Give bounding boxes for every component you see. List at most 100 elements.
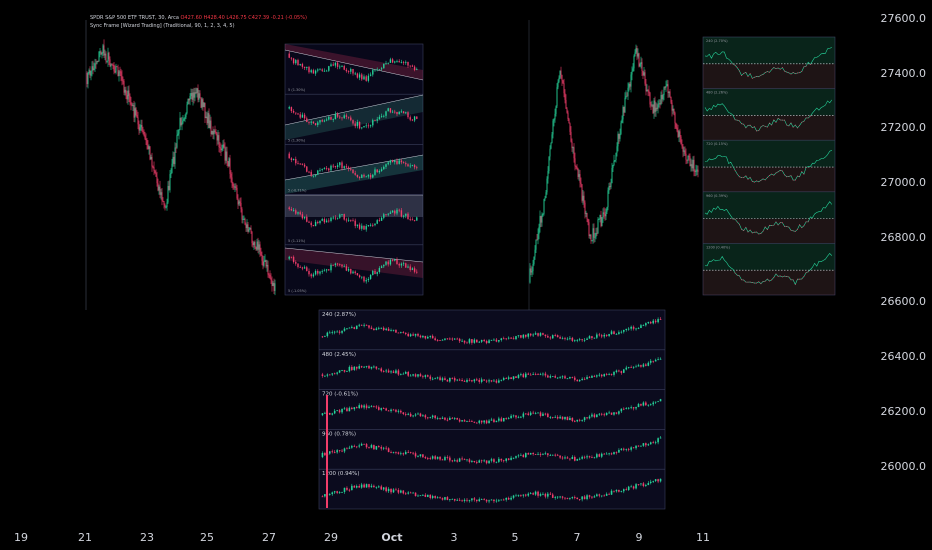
candle-body (525, 494, 527, 496)
candle-body (154, 170, 156, 174)
candle-body (341, 162, 343, 169)
oscillator-below-point (736, 119, 738, 121)
oscillator-below-point (777, 67, 779, 69)
candle-body (502, 338, 505, 340)
candle-body (341, 450, 343, 452)
candle-body (167, 185, 169, 203)
candle-body (334, 217, 337, 219)
oscillator-below-point (747, 76, 749, 77)
candle-body (471, 421, 473, 422)
oscillator-below-point (773, 224, 775, 226)
candle-body (310, 222, 312, 226)
candle-body (352, 169, 354, 174)
oscillator-below-point (762, 178, 764, 180)
candle-body (498, 340, 500, 342)
candle-body (118, 71, 120, 76)
candle-body (141, 125, 143, 131)
candle-body (356, 122, 359, 127)
price-tick: 27000.0 (880, 176, 927, 189)
candle-body (520, 495, 522, 497)
candle-body (625, 95, 627, 98)
candle-body (672, 108, 674, 111)
candle-body (551, 417, 554, 418)
candle-body (361, 127, 363, 129)
candle-body (336, 113, 339, 117)
candle-body (301, 64, 304, 67)
candle-body (642, 325, 645, 327)
candle-body (333, 410, 336, 414)
candle-body (547, 375, 549, 378)
oscillator-below-point (734, 218, 736, 220)
candle-body (380, 408, 383, 410)
candle-body (254, 241, 256, 248)
candle-body (658, 103, 660, 105)
oscillator-below-point (803, 276, 805, 277)
candle-body (249, 228, 251, 230)
candle-body (456, 379, 458, 381)
candle-body (625, 408, 628, 409)
candle-body (661, 95, 663, 100)
candle-body (372, 174, 374, 178)
candle-body (341, 330, 343, 333)
candle-body (404, 414, 407, 415)
candle-body (360, 443, 363, 446)
time-tick: 3 (450, 531, 458, 544)
candle-body (608, 412, 610, 414)
time-tick: 19 (14, 531, 28, 544)
candle-body (345, 166, 348, 168)
candle-body (407, 371, 409, 376)
candle-body (314, 70, 317, 74)
candle-body (677, 130, 679, 137)
candle-body (424, 457, 427, 459)
candle-body (599, 214, 601, 219)
candle-body (358, 122, 361, 129)
oscillator-below-point (809, 64, 811, 66)
candle-body (645, 485, 647, 486)
candle-body (348, 407, 351, 412)
candle-body (262, 260, 264, 266)
candle-body (331, 492, 334, 495)
candle-body (659, 399, 662, 402)
candle-body (576, 379, 579, 382)
candle-body (566, 457, 569, 459)
candle-body (583, 339, 586, 341)
candle-body (586, 417, 588, 419)
oscillator-below-point (756, 282, 758, 284)
candle-body (126, 94, 128, 100)
candle-body (387, 162, 389, 165)
candle-body (390, 329, 392, 331)
candle-body (471, 380, 473, 382)
candle-body (264, 260, 266, 262)
candle-body (324, 336, 326, 337)
candle-body (659, 103, 661, 105)
candle-body (466, 379, 468, 382)
candle-body (598, 494, 601, 496)
candle-body (561, 416, 564, 420)
legend-symbol: SPDR S&P 500 ETF TRUST, 30, Arca (90, 15, 179, 21)
candle-body (583, 378, 586, 380)
chart-canvas[interactable]: 5 (1.30%)5 (1.30%)5 (-0.71%)5 (1.11%)5 (… (0, 0, 932, 550)
candle-body (645, 402, 647, 406)
oscillator-below-point (743, 177, 745, 179)
candle-body (640, 445, 642, 447)
candle-body (615, 334, 618, 335)
candle-body (659, 358, 662, 360)
candle-body (478, 460, 481, 463)
candle-body (648, 90, 650, 93)
oscillator-below-point (788, 276, 790, 278)
candle-body (351, 366, 353, 370)
oscillator-below-point (788, 226, 790, 228)
candle-body (392, 489, 395, 493)
candle-body (391, 210, 394, 213)
candle-body (321, 336, 324, 338)
candle-body (346, 487, 348, 490)
candle-body (542, 454, 544, 456)
candle-body (272, 282, 274, 286)
candle-body (400, 210, 403, 217)
candle-body (190, 93, 192, 96)
candle-body (297, 263, 299, 268)
candle-body (151, 157, 153, 167)
candle-body (493, 419, 495, 423)
candle-body (434, 496, 436, 498)
candle-body (578, 174, 580, 177)
